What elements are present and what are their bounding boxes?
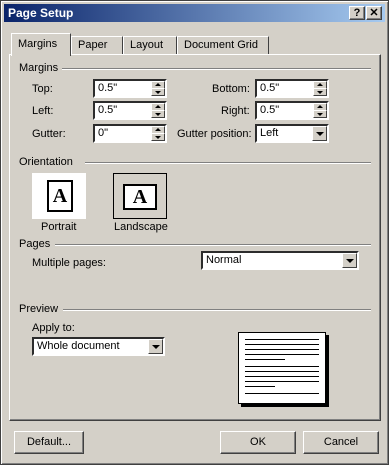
- preview-line: [245, 366, 319, 367]
- gutter-spinner[interactable]: 0": [93, 124, 167, 143]
- tab-document-grid[interactable]: Document Grid: [177, 36, 269, 55]
- top-margin-spinner[interactable]: 0.5": [93, 79, 167, 98]
- multiple-pages-label: Multiple pages:: [32, 257, 106, 269]
- page-setup-dialog: Page Setup ? ✕ Margins Paper Layout Docu…: [0, 0, 389, 465]
- spin-down-icon[interactable]: [151, 133, 165, 141]
- portrait-button[interactable]: A: [32, 173, 86, 219]
- orientation-group-title: Orientation: [19, 156, 77, 168]
- preview-line: [245, 393, 319, 394]
- apply-to-label: Apply to:: [32, 322, 75, 334]
- help-button[interactable]: ?: [349, 6, 365, 20]
- multiple-pages-value: Normal: [206, 254, 242, 266]
- top-label: Top:: [32, 83, 53, 95]
- preview-line: [245, 344, 319, 345]
- bottom-margin-spinner[interactable]: 0.5": [255, 79, 329, 98]
- landscape-label: Landscape: [114, 221, 168, 233]
- preview-page-thumbnail: [238, 332, 326, 404]
- preview-line: [245, 376, 319, 377]
- apply-to-select[interactable]: Whole document: [32, 337, 165, 356]
- gutter-position-label: Gutter position:: [177, 128, 252, 140]
- title-bar: Page Setup ? ✕: [4, 4, 385, 22]
- top-margin-value: 0.5": [98, 82, 118, 94]
- left-margin-spinner[interactable]: 0.5": [93, 101, 167, 120]
- default-button[interactable]: Default...: [14, 431, 84, 454]
- left-label: Left:: [32, 105, 54, 117]
- dialog-title: Page Setup: [8, 6, 74, 20]
- right-margin-spinner[interactable]: 0.5": [255, 101, 329, 120]
- right-margin-value: 0.5": [260, 104, 280, 116]
- pages-divider: [55, 244, 371, 246]
- preview-line: [245, 386, 275, 387]
- preview-line: [245, 339, 319, 340]
- margins-divider: [61, 68, 371, 70]
- bottom-label: Bottom:: [212, 83, 250, 95]
- multiple-pages-select[interactable]: Normal: [201, 251, 359, 270]
- preview-line: [245, 354, 319, 355]
- preview-line: [245, 349, 319, 350]
- cancel-button[interactable]: Cancel: [303, 431, 379, 454]
- portrait-page-icon: A: [47, 180, 73, 212]
- gutter-position-select[interactable]: Left: [255, 124, 329, 143]
- preview-line: [245, 359, 285, 360]
- chevron-down-icon[interactable]: [342, 253, 357, 268]
- landscape-page-icon: A: [123, 184, 157, 210]
- preview-line: [245, 371, 319, 372]
- gutter-label: Gutter:: [32, 128, 66, 140]
- preview-group-title: Preview: [19, 303, 63, 315]
- bottom-margin-value: 0.5": [260, 82, 280, 94]
- spin-down-icon[interactable]: [313, 88, 327, 96]
- spin-down-icon[interactable]: [313, 110, 327, 118]
- portrait-label: Portrait: [41, 221, 77, 233]
- preview-line: [245, 381, 319, 382]
- apply-to-value: Whole document: [37, 340, 120, 352]
- tab-margins[interactable]: Margins: [11, 33, 71, 56]
- preview-divider: [63, 309, 371, 311]
- spin-down-icon[interactable]: [151, 110, 165, 118]
- close-button[interactable]: ✕: [366, 6, 382, 20]
- chevron-down-icon[interactable]: [312, 126, 327, 141]
- spin-down-icon[interactable]: [151, 88, 165, 96]
- margins-group-title: Margins: [19, 62, 63, 74]
- gutter-position-value: Left: [260, 127, 279, 139]
- left-margin-value: 0.5": [98, 104, 118, 116]
- chevron-down-icon[interactable]: [148, 339, 163, 354]
- tab-paper[interactable]: Paper: [71, 36, 123, 55]
- landscape-button[interactable]: A: [113, 173, 167, 219]
- pages-group-title: Pages: [19, 238, 55, 250]
- right-label: Right:: [221, 105, 250, 117]
- orientation-divider: [85, 162, 371, 164]
- ok-button[interactable]: OK: [220, 431, 296, 454]
- tab-layout[interactable]: Layout: [123, 36, 177, 55]
- gutter-value: 0": [98, 127, 109, 139]
